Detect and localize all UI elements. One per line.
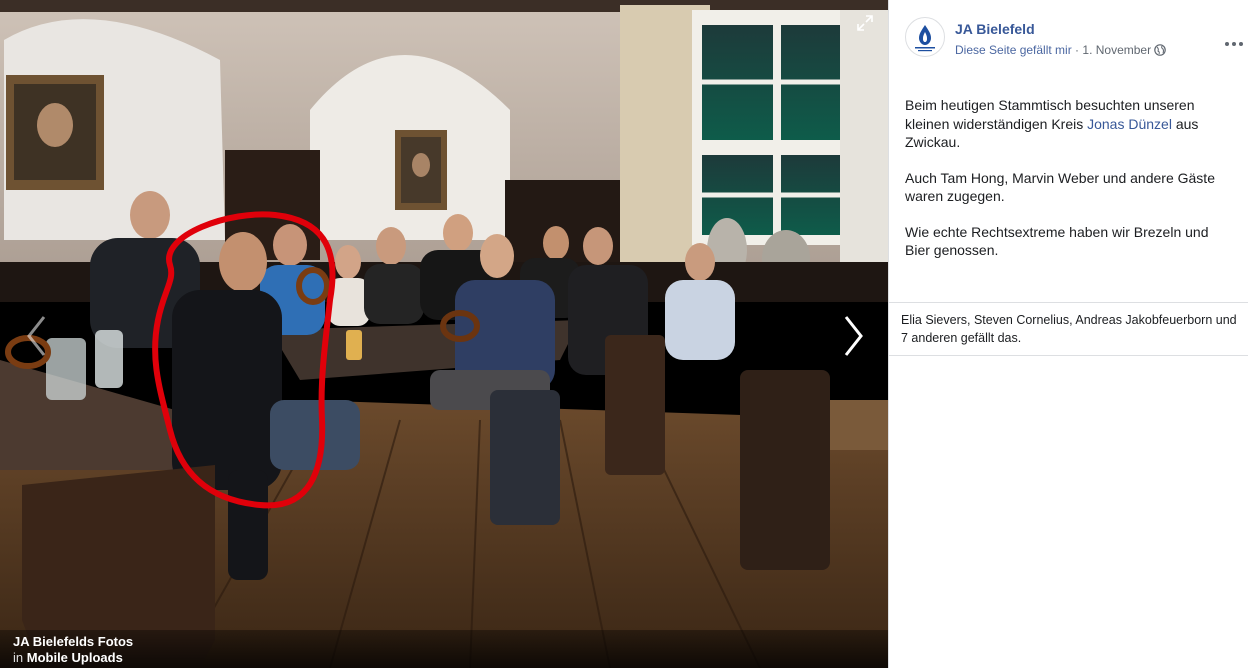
photo-caption: JA Bielefelds Fotos in Mobile Uploads — [0, 630, 888, 668]
page-avatar[interactable] — [905, 17, 945, 57]
album-link[interactable]: JA Bielefelds Fotos — [13, 634, 875, 650]
mention-link[interactable]: Jonas Dünzel — [1087, 116, 1172, 132]
meta-separator: · — [1071, 43, 1083, 57]
post-paragraph-3: Wie echte Rechtsextreme haben wir Brezel… — [905, 223, 1209, 259]
post-paragraph-1: Beim heutigen Stammtisch besuchten unser… — [905, 96, 1225, 152]
chevron-right-icon — [844, 316, 863, 356]
post-sidebar: JA Bielefeld Diese Seite gefällt mir · 1… — [888, 0, 1248, 668]
post-photo[interactable] — [0, 0, 888, 668]
post-header: JA Bielefeld Diese Seite gefällt mir · 1… — [905, 17, 1243, 61]
more-options-icon[interactable] — [1223, 35, 1245, 53]
post-meta: Diese Seite gefällt mir · 1. November — [955, 43, 1166, 59]
like-page-link[interactable]: Diese Seite gefällt mir — [955, 43, 1072, 57]
caption-in-label: in — [13, 650, 24, 665]
post-date[interactable]: 1. November — [1082, 43, 1151, 57]
post-paragraph-2: Auch Tam Hong, Marvin Weber und andere G… — [905, 169, 1215, 205]
divider — [889, 302, 1248, 303]
previous-photo-button[interactable] — [14, 306, 58, 366]
likes-summary[interactable]: Elia Sievers, Steven Cornelius, Andreas … — [901, 311, 1241, 347]
sub-album-link[interactable]: Mobile Uploads — [27, 650, 123, 665]
divider — [889, 355, 1248, 356]
photo-viewer: JA Bielefelds Fotos in Mobile Uploads — [0, 0, 888, 668]
next-photo-button[interactable] — [832, 306, 876, 366]
globe-icon — [1154, 44, 1166, 59]
ja-logo-icon — [915, 25, 935, 52]
page-name-link[interactable]: JA Bielefeld — [955, 21, 1035, 37]
expand-icon[interactable] — [856, 14, 874, 32]
post-text: Beim heutigen Stammtisch besuchten unser… — [905, 96, 1225, 277]
chevron-left-icon — [27, 316, 46, 356]
